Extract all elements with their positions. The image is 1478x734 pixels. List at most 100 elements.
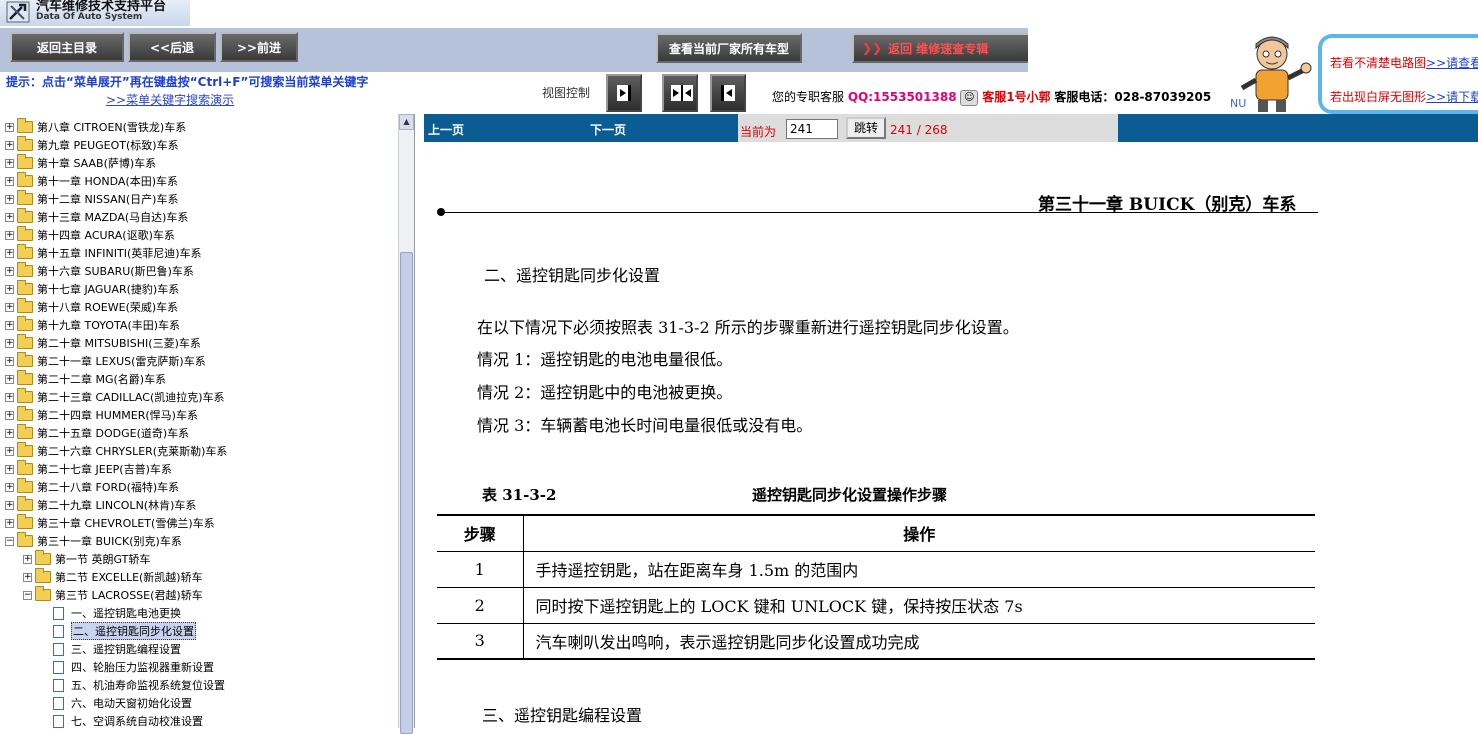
back-button[interactable]: <<后退 xyxy=(128,32,216,62)
tree-folder-item[interactable]: + 第九章 PEUGEOT(标致)车系 xyxy=(5,136,179,154)
step-operation: 汽车喇叭发出鸣响，表示遥控钥匙同步化设置成功完成 xyxy=(523,622,1315,660)
folder-icon xyxy=(35,568,51,583)
tree-folder-item[interactable]: + 第八章 CITROEN(雪铁龙)车系 xyxy=(5,118,186,136)
tree-leaf-item[interactable]: 三、遥控钥匙编程设置 xyxy=(41,640,181,658)
tree-folder-item[interactable]: + 第一节 英朗GT轿车 xyxy=(23,550,150,568)
expand-icon[interactable]: + xyxy=(5,230,14,240)
expand-icon[interactable]: + xyxy=(5,356,14,366)
tree-folder-item[interactable]: + 第二十六章 CHRYSLER(克莱斯勒)车系 xyxy=(5,442,227,460)
expand-icon[interactable]: + xyxy=(5,446,14,456)
expand-icon[interactable]: + xyxy=(5,176,14,186)
folder-icon xyxy=(17,424,33,439)
tree-folder-item[interactable]: + 第二十四章 HUMMER(悍马)车系 xyxy=(5,406,198,424)
tree-folder-item[interactable]: + 第二十五章 DODGE(道奇)车系 xyxy=(5,424,189,442)
service-agent-link[interactable]: 客服1号小郭 xyxy=(982,90,1050,104)
tree-folder-item[interactable]: + 第二十八章 FORD(福特)车系 xyxy=(5,478,179,496)
tree-folder-item[interactable]: + 第二十一章 LEXUS(雷克萨斯)车系 xyxy=(5,352,206,370)
return-quick-search-button[interactable]: ❯❯ 返回 维修速查专辑 xyxy=(852,33,1042,63)
collapse-icon[interactable]: − xyxy=(23,590,32,600)
expand-icon[interactable]: + xyxy=(5,500,14,510)
tree-folder-item[interactable]: + 第十一章 HONDA(本田)车系 xyxy=(5,172,178,190)
folder-icon xyxy=(17,262,33,277)
prev-page-link[interactable]: 上一页 xyxy=(428,121,464,138)
expand-icon[interactable]: + xyxy=(5,248,14,258)
expand-icon[interactable]: + xyxy=(5,302,14,312)
folder-icon xyxy=(17,298,33,313)
expand-icon[interactable]: + xyxy=(5,518,14,528)
expand-icon[interactable]: + xyxy=(23,554,32,564)
tree-leaf-item[interactable]: 七、空调系统自动校准设置 xyxy=(41,712,203,728)
promo-line2-link[interactable]: >>请下载 xyxy=(1426,90,1478,104)
double-chevron-icon: ❯❯ xyxy=(862,41,883,55)
table-row: 2 同时按下遥控钥匙上的 LOCK 键和 UNLOCK 键，保持按压状态 7s xyxy=(437,586,1315,624)
qq-number-link[interactable]: QQ:1553501388 xyxy=(848,90,957,104)
view-split-button[interactable] xyxy=(662,74,698,112)
expand-icon[interactable]: + xyxy=(5,266,14,276)
expand-icon[interactable]: + xyxy=(5,320,14,330)
view-expand-right-button[interactable] xyxy=(606,74,642,112)
tree-item-label: 二、遥控钥匙同步化设置 xyxy=(71,622,196,640)
view-expand-left-button[interactable] xyxy=(710,74,746,112)
expand-icon[interactable]: + xyxy=(5,338,14,348)
folder-icon xyxy=(17,244,33,259)
expand-icon[interactable]: + xyxy=(5,140,14,150)
scrollbar-thumb[interactable] xyxy=(400,252,413,734)
tree-folder-item[interactable]: − 第三节 LACROSSE(君越)轿车 xyxy=(23,586,203,604)
page-number-input[interactable] xyxy=(786,119,838,139)
tree-leaf-item[interactable]: 六、电动天窗初始化设置 xyxy=(41,694,192,712)
steps-table: 步骤 操作 1 手持遥控钥匙，站在距离车身 1.5m 的范围内 2 同时按下遥控… xyxy=(437,514,1315,660)
tree-folder-item[interactable]: + 第二十二章 MG(名爵)车系 xyxy=(5,370,166,388)
expand-icon[interactable]: + xyxy=(5,122,14,132)
expand-icon[interactable]: + xyxy=(5,482,14,492)
expand-icon[interactable]: + xyxy=(5,410,14,420)
all-models-button[interactable]: 查看当前厂家所有车型 xyxy=(656,33,802,63)
tree-leaf-item[interactable]: 一、遥控钥匙电池更换 xyxy=(41,604,181,622)
tree-folder-item[interactable]: + 第十八章 ROEWE(荣威)车系 xyxy=(5,298,178,316)
expand-icon[interactable]: + xyxy=(23,572,32,582)
search-demo-link[interactable]: >>菜单关键字搜索演示 xyxy=(106,91,234,108)
tree-folder-item[interactable]: + 第十六章 SUBARU(斯巴鲁)车系 xyxy=(5,262,194,280)
tree-item-label: 第一节 英朗GT轿车 xyxy=(55,553,151,566)
promo-line1-link[interactable]: >>请查看 xyxy=(1426,56,1478,70)
expand-icon[interactable]: + xyxy=(5,428,14,438)
collapse-icon[interactable]: − xyxy=(5,536,14,546)
tree-folder-item[interactable]: + 第二节 EXCELLE(新凯越)轿车 xyxy=(23,568,203,586)
forward-button[interactable]: >>前进 xyxy=(220,32,298,62)
tree-folder-item[interactable]: + 第二十九章 LINCOLN(林肯)车系 xyxy=(5,496,196,514)
expand-icon[interactable]: + xyxy=(5,212,14,222)
folder-icon xyxy=(17,478,33,493)
expand-icon[interactable]: + xyxy=(5,392,14,402)
home-button[interactable]: 返回主目录 xyxy=(10,32,124,62)
tree-folder-item[interactable]: + 第三十章 CHEVROLET(雪佛兰)车系 xyxy=(5,514,215,532)
tree-folder-item[interactable]: + 第十二章 NISSAN(日产)车系 xyxy=(5,190,178,208)
tree-folder-item[interactable]: − 第三十一章 BUICK(别克)车系 xyxy=(5,532,182,550)
tree-folder-item[interactable]: + 第十五章 INFINITI(英菲尼迪)车系 xyxy=(5,244,202,262)
expand-icon[interactable]: + xyxy=(5,284,14,294)
expand-icon[interactable]: + xyxy=(5,374,14,384)
expand-icon[interactable]: + xyxy=(5,194,14,204)
tree-item-label: 第十二章 NISSAN(日产)车系 xyxy=(37,193,179,206)
jump-button[interactable]: 跳转 xyxy=(846,117,886,139)
tree-folder-item[interactable]: + 第十七章 JAGUAR(捷豹)车系 xyxy=(5,280,179,298)
tree-scrollbar[interactable]: ▲ xyxy=(398,114,414,734)
tree-leaf-item[interactable]: 四、轮胎压力监视器重新设置 xyxy=(41,658,214,676)
folder-icon xyxy=(17,226,33,241)
customer-service-info: 您的专职客服 QQ:1553501388 ☺ 客服1号小郭 客服电话：028-8… xyxy=(772,88,1211,106)
tree-folder-item[interactable]: + 第十九章 TOYOTA(丰田)车系 xyxy=(5,316,180,334)
tree-item-label: 第三节 LACROSSE(君越)轿车 xyxy=(55,589,203,602)
expand-icon[interactable]: + xyxy=(5,464,14,474)
tree-folder-item[interactable]: + 第二十七章 JEEP(吉普)车系 xyxy=(5,460,172,478)
tree-folder-item[interactable]: + 第十四章 ACURA(讴歌)车系 xyxy=(5,226,175,244)
tree-leaf-item[interactable]: 二、遥控钥匙同步化设置 xyxy=(41,622,196,640)
qq-chat-icon[interactable]: ☺ xyxy=(960,89,979,106)
tree-leaf-item[interactable]: 五、机油寿命监视系统复位设置 xyxy=(41,676,225,694)
tree-folder-item[interactable]: + 第十章 SAAB(萨博)车系 xyxy=(5,154,156,172)
tree-item-label: 第十九章 TOYOTA(丰田)车系 xyxy=(37,319,181,332)
folder-icon xyxy=(17,208,33,223)
expand-icon[interactable]: + xyxy=(5,158,14,168)
tree-folder-item[interactable]: + 第十三章 MAZDA(马自达)车系 xyxy=(5,208,188,226)
tree-folder-item[interactable]: + 第二十章 MITSUBISHI(三菱)车系 xyxy=(5,334,201,352)
scroll-up-arrow-icon[interactable]: ▲ xyxy=(399,114,414,130)
next-page-link[interactable]: 下一页 xyxy=(590,121,626,138)
tree-folder-item[interactable]: + 第二十三章 CADILLAC(凯迪拉克)车系 xyxy=(5,388,225,406)
